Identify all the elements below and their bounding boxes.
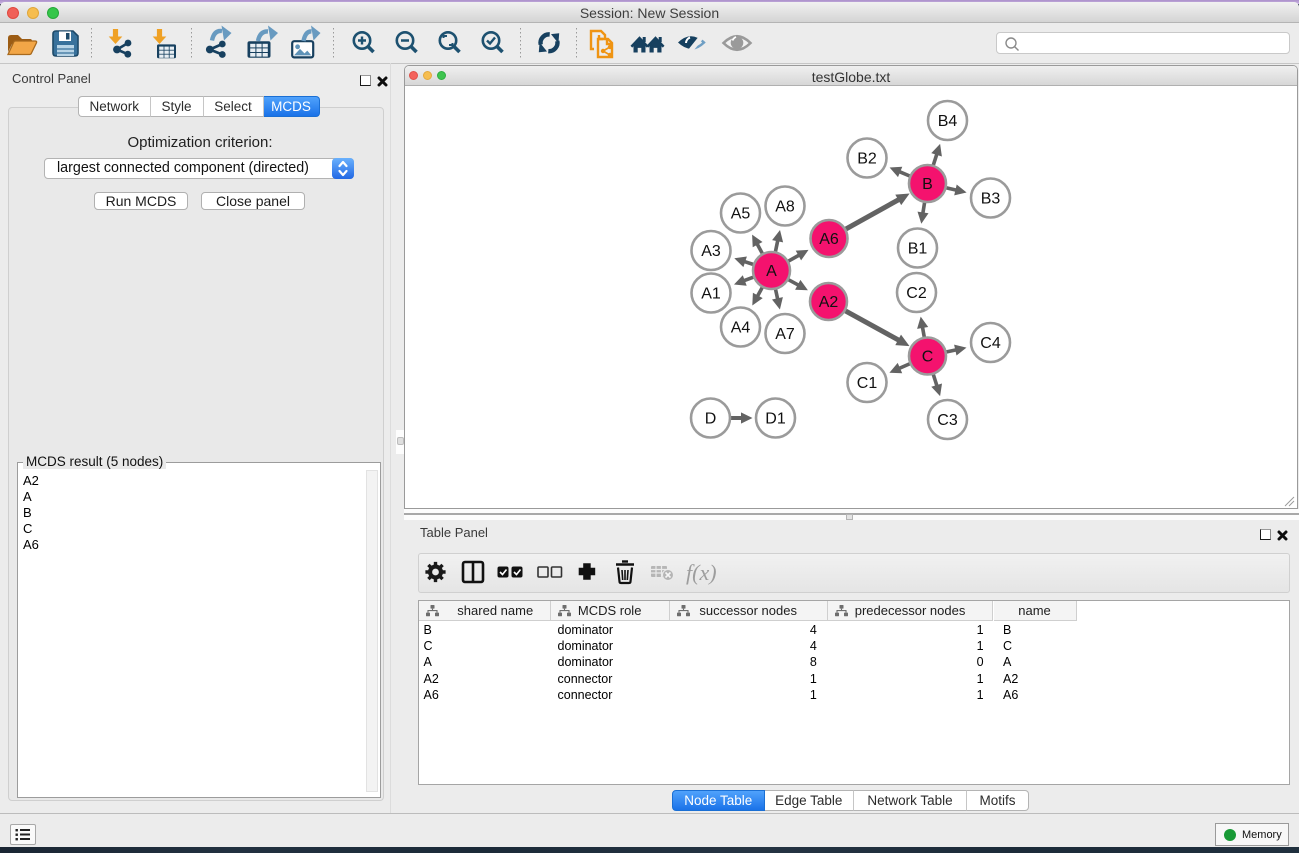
svg-text:B2: B2	[857, 151, 877, 168]
svg-text:D1: D1	[765, 411, 786, 428]
svg-text:C3: C3	[937, 412, 958, 429]
svg-text:C4: C4	[980, 335, 1001, 352]
svg-text:A3: A3	[701, 243, 721, 260]
svg-text:B4: B4	[938, 113, 958, 130]
svg-text:A8: A8	[775, 199, 795, 216]
svg-text:D: D	[705, 411, 717, 428]
svg-text:B1: B1	[908, 241, 928, 258]
svg-text:C1: C1	[857, 375, 878, 392]
svg-text:A6: A6	[819, 231, 839, 248]
svg-text:B3: B3	[981, 191, 1001, 208]
svg-text:A5: A5	[731, 206, 751, 223]
svg-text:A2: A2	[819, 294, 839, 311]
svg-text:A: A	[766, 263, 777, 280]
svg-text:A7: A7	[775, 326, 795, 343]
svg-text:C: C	[922, 349, 934, 366]
svg-text:f(x): f(x)	[686, 560, 717, 585]
svg-text:C2: C2	[906, 285, 927, 302]
svg-text:B: B	[922, 176, 933, 193]
svg-text:A1: A1	[701, 286, 721, 303]
svg-text:A4: A4	[731, 320, 751, 337]
